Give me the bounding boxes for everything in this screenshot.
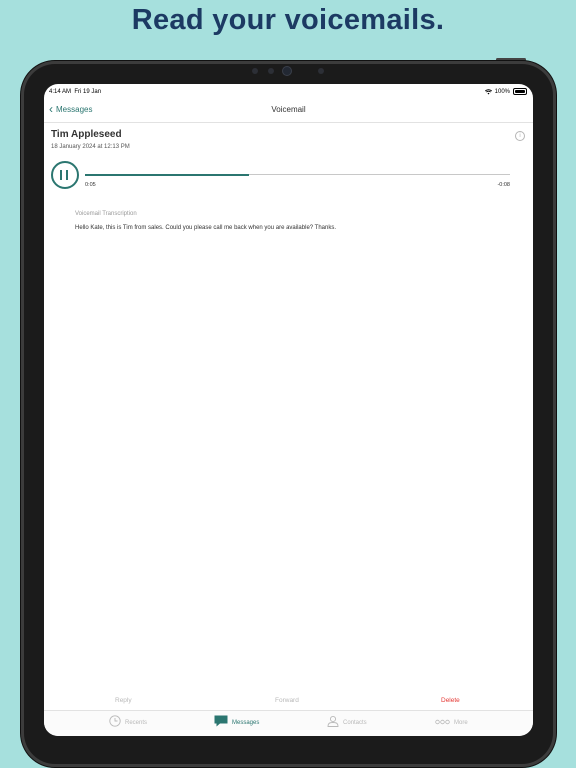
page-title: Voicemail [271,105,306,114]
clock-icon [109,715,121,727]
voicemail-actions: Reply Forward Delete [44,695,533,709]
marketing-headline: Read your voicemails. [131,4,445,36]
status-date: Fri 19 Jan [74,89,102,95]
tab-messages[interactable]: Messages [214,715,259,727]
app-screen: 4:14 AM Fri 19 Jan 100% ‹ Messages Voice… [44,84,533,736]
status-time: 4:14 AM [49,89,72,95]
elapsed-time: 0:05 [85,182,96,188]
battery-icon [513,88,527,95]
playback-scrubber[interactable] [85,173,510,176]
tab-label: Recents [125,720,148,726]
chat-bubble-icon [214,715,228,727]
navigation-bar: ‹ Messages Voicemail [44,100,533,123]
delete-button[interactable]: Delete [441,697,460,704]
caller-name: Tim Appleseed [51,129,122,140]
tab-contacts[interactable]: Contacts [327,715,367,727]
transcription-label: Voicemail Transcription [75,211,137,217]
playback-progress [85,173,249,176]
wifi-icon [484,88,492,94]
battery-percent: 100% [494,88,510,95]
sensor-icon [268,68,274,74]
remaining-time: -0:08 [497,182,510,188]
forward-button[interactable]: Forward [275,697,299,704]
pause-button[interactable] [51,161,79,189]
tab-bar: Recents Messages Contacts More [44,710,533,736]
tab-recents[interactable]: Recents [109,715,147,727]
tab-label: Messages [232,720,260,726]
voicemail-date: 18 January 2024 at 12:13 PM [51,144,130,150]
person-icon [327,715,339,727]
transcription-text: Hello Kate, this is Tim from sales. Coul… [75,225,337,231]
pause-icon [60,170,62,180]
reply-button[interactable]: Reply [115,697,132,704]
sensor-icon [252,68,258,74]
camera-icon [283,67,291,75]
tab-label: More [454,720,468,726]
ellipsis-icon [435,719,450,725]
status-bar: 4:14 AM Fri 19 Jan 100% [44,84,533,100]
tablet-frame: 4:14 AM Fri 19 Jan 100% ‹ Messages Voice… [21,61,556,767]
info-icon[interactable]: i [515,131,525,141]
sensor-icon [318,68,324,74]
tab-label: Contacts [343,720,367,726]
tab-more[interactable]: More [435,715,468,727]
